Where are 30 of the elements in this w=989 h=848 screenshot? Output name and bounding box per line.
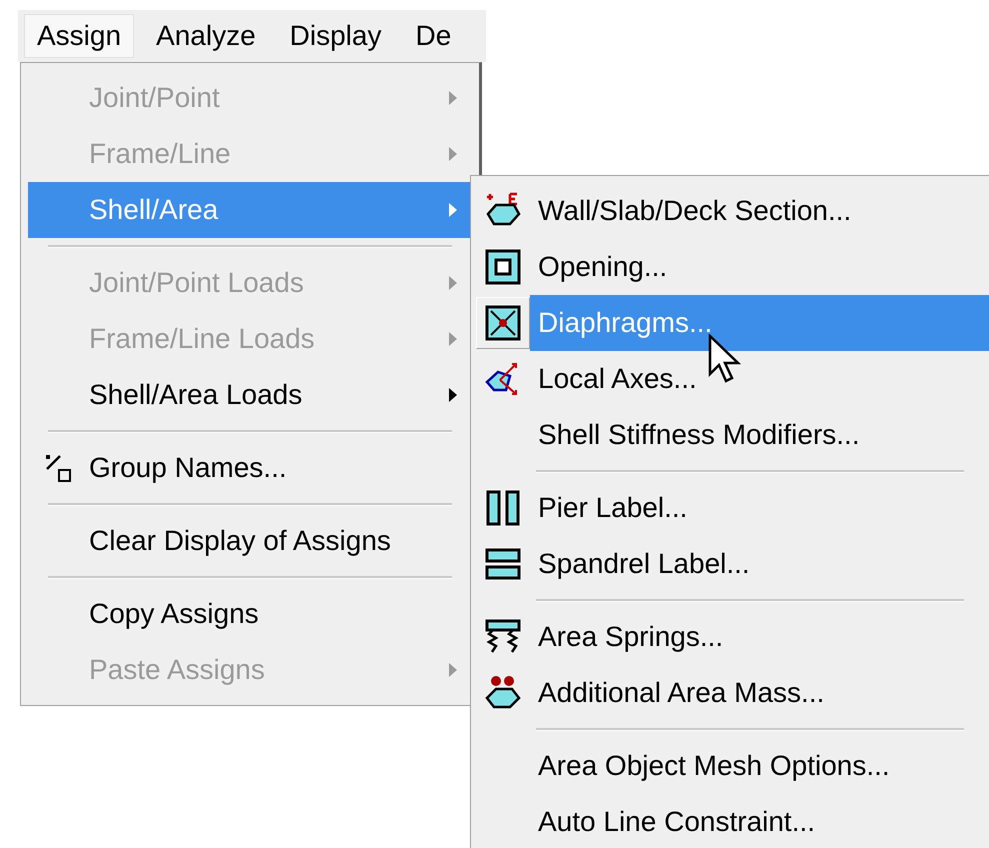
- submenu-arrow-icon: [448, 662, 458, 678]
- submenu-item[interactable]: Pier Label...: [476, 480, 989, 536]
- submenu-arrow-icon: [448, 387, 458, 403]
- submenu-item[interactable]: Wall/Slab/Deck Section...: [476, 183, 989, 239]
- submenu-item[interactable]: Spandrel Label...: [476, 536, 989, 592]
- submenu-arrow-icon: [448, 202, 458, 218]
- submenu-arrow-icon: [448, 275, 458, 291]
- menu-item[interactable]: Group Names...: [28, 440, 472, 496]
- menu-bar-item[interactable]: Display: [278, 14, 394, 58]
- menu-item[interactable]: Shell/Area Loads: [28, 367, 472, 423]
- menu-bar-item[interactable]: Assign: [24, 14, 134, 58]
- menu-bar-item[interactable]: De: [403, 14, 464, 58]
- mouse-cursor-icon: [708, 334, 742, 384]
- submenu-item[interactable]: Additional Area Mass...: [476, 665, 989, 721]
- submenu-arrow-icon: [448, 90, 458, 106]
- submenu-item[interactable]: Local Axes...: [476, 351, 989, 407]
- menu-item[interactable]: Clear Display of Assigns: [28, 513, 472, 569]
- submenu-item[interactable]: Area Object Mesh Options...: [476, 738, 989, 794]
- submenu-item[interactable]: Opening...: [476, 239, 989, 295]
- diaphragm-icon: [484, 304, 522, 342]
- submenu-item[interactable]: Area Springs...: [476, 609, 989, 665]
- group-icon: [44, 453, 74, 483]
- submenu-item[interactable]: Shell Stiffness Modifiers...: [476, 407, 989, 463]
- menu-bar-item[interactable]: Analyze: [144, 14, 268, 58]
- opening-icon: [484, 248, 522, 286]
- submenu-item[interactable]: Auto Line Constraint...: [476, 794, 989, 848]
- menu-item[interactable]: Copy Assigns: [28, 586, 472, 642]
- submenu-arrow-icon: [448, 331, 458, 347]
- submenu-arrow-icon: [448, 146, 458, 162]
- pier-icon: [484, 489, 522, 527]
